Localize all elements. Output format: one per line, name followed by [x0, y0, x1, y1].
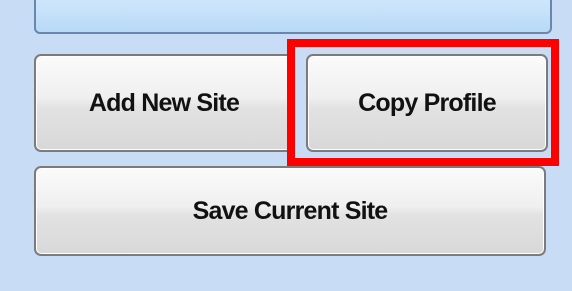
add-new-site-button[interactable]: Add New Site: [34, 54, 294, 152]
add-new-site-label: Add New Site: [88, 88, 240, 117]
top-panel: [34, 0, 552, 34]
save-current-site-label: Save Current Site: [192, 196, 389, 225]
copy-profile-label: Copy Profile: [358, 88, 496, 117]
copy-profile-button[interactable]: Copy Profile: [306, 54, 548, 152]
save-current-site-button[interactable]: Save Current Site: [34, 166, 546, 256]
